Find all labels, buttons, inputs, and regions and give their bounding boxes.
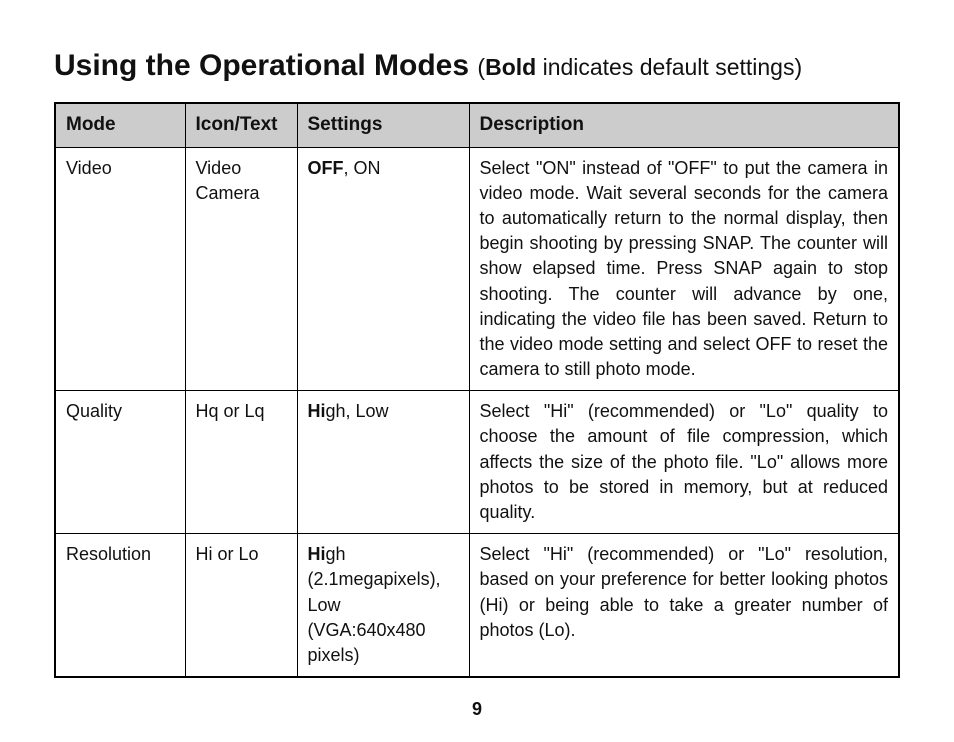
settings-rest: gh (2.1megapixels), Low (VGA:640x480 pix… xyxy=(308,544,441,665)
header-icon: Icon/Text xyxy=(185,103,297,147)
page-number: 9 xyxy=(0,699,954,720)
table-row: Resolution Hi or Lo High (2.1megapixels)… xyxy=(55,534,899,677)
header-description: Description xyxy=(469,103,899,147)
cell-description: Select "ON" instead of "OFF" to put the … xyxy=(469,147,899,391)
cell-settings: High (2.1megapixels), Low (VGA:640x480 p… xyxy=(297,534,469,677)
cell-mode: Quality xyxy=(55,391,185,534)
modes-table: Mode Icon/Text Settings Description Vide… xyxy=(54,102,900,678)
cell-icon: Hq or Lq xyxy=(185,391,297,534)
settings-bold: Hi xyxy=(308,544,326,564)
note-open: ( xyxy=(477,54,485,80)
cell-settings: High, Low xyxy=(297,391,469,534)
cell-description: Select "Hi" (recommended) or "Lo" resolu… xyxy=(469,534,899,677)
header-settings: Settings xyxy=(297,103,469,147)
settings-bold: Hi xyxy=(308,401,326,421)
cell-mode: Resolution xyxy=(55,534,185,677)
page-title: Using the Operational Modes (Bold indica… xyxy=(54,48,900,84)
cell-icon: Hi or Lo xyxy=(185,534,297,677)
settings-bold: OFF xyxy=(308,158,344,178)
settings-rest: , ON xyxy=(344,158,381,178)
title-main: Using the Operational Modes xyxy=(54,49,469,82)
table-row: Quality Hq or Lq High, Low Select "Hi" (… xyxy=(55,391,899,534)
cell-settings: OFF, ON xyxy=(297,147,469,391)
note-rest: indicates default settings) xyxy=(536,54,802,80)
settings-rest: gh, Low xyxy=(326,401,389,421)
note-bold-word: Bold xyxy=(485,54,536,80)
cell-description: Select "Hi" (recommended) or "Lo" qualit… xyxy=(469,391,899,534)
title-note: (Bold indicates default settings) xyxy=(477,54,802,80)
header-mode: Mode xyxy=(55,103,185,147)
cell-icon: Video Camera xyxy=(185,147,297,391)
table-row: Video Video Camera OFF, ON Select "ON" i… xyxy=(55,147,899,391)
cell-mode: Video xyxy=(55,147,185,391)
table-header-row: Mode Icon/Text Settings Description xyxy=(55,103,899,147)
